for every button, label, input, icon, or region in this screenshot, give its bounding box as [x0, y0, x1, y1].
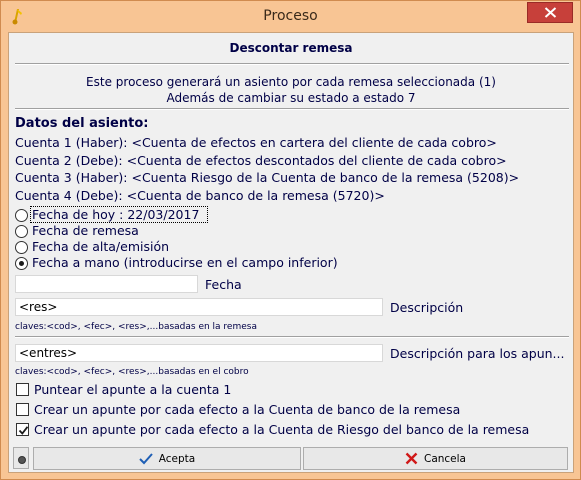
- radio-label: Fecha de remesa: [32, 223, 139, 238]
- fecha-label: Fecha: [205, 277, 242, 292]
- descripcion-hint: claves:<cod>, <fec>, <res>,...basadas en…: [15, 322, 257, 332]
- checkbox[interactable]: [16, 403, 29, 416]
- account-line-2: Cuenta 2 (Debe): <Cuenta de efectos desc…: [15, 153, 507, 168]
- checkbox[interactable]: [16, 383, 29, 396]
- cancel-x-icon: [405, 452, 418, 465]
- radio-button[interactable]: [15, 225, 28, 238]
- accept-button[interactable]: Acepta: [33, 447, 301, 470]
- cancel-label: Cancela: [423, 452, 466, 465]
- radio-button[interactable]: [15, 241, 28, 254]
- checkmark-icon: [139, 452, 153, 464]
- descripcion-apuntes-input[interactable]: [15, 344, 383, 362]
- dialog-body: Descontar remesa Este proceso generará u…: [8, 32, 574, 473]
- radio-button-selected[interactable]: [15, 257, 28, 270]
- checkmark-icon: [18, 426, 29, 435]
- account-line-4: Cuenta 4 (Debe): <Cuenta de banco de la …: [15, 188, 385, 203]
- intro-line-1: Este proceso generará un asiento por cad…: [86, 75, 496, 89]
- checkbox-label: Puntear el apunte a la cuenta 1: [34, 382, 232, 397]
- radio-button[interactable]: [15, 209, 28, 222]
- checkbox-label: Crear un apunte por cada efecto a la Cue…: [34, 422, 530, 437]
- radio-label: Fecha a mano (introducirse en el campo i…: [32, 255, 338, 270]
- divider: [15, 336, 569, 338]
- divider: [15, 108, 569, 110]
- title-bar[interactable]: Proceso: [1, 1, 580, 32]
- focus-rectangle: [30, 206, 208, 223]
- intro-line-2: Además de cambiar su estado a estado 7: [166, 91, 416, 105]
- account-line-1: Cuenta 1 (Haber): <Cuenta de efectos en …: [15, 135, 497, 150]
- accept-label: Acepta: [158, 452, 196, 465]
- descripcion-apuntes-hint: claves:<cod>, <fec>, <res>,...basadas en…: [15, 367, 249, 377]
- descripcion-label: Descripción: [390, 300, 464, 315]
- fecha-input[interactable]: [15, 275, 198, 293]
- divider: [15, 63, 569, 65]
- window-title: Proceso: [263, 8, 318, 24]
- descripcion-apuntes-label: Descripción para los apun...: [390, 346, 565, 361]
- radio-label: Fecha de alta/emisión: [32, 239, 170, 254]
- close-icon: [544, 7, 557, 18]
- checkbox-checked[interactable]: [16, 423, 29, 436]
- cancel-button[interactable]: Cancela: [303, 447, 568, 470]
- options-button[interactable]: [13, 447, 29, 469]
- checkbox-label: Crear un apunte por cada efecto a la Cue…: [34, 402, 461, 417]
- descripcion-input[interactable]: [15, 298, 383, 316]
- section-title: Datos del asiento:: [15, 116, 149, 131]
- account-line-3: Cuenta 3 (Haber): <Cuenta Riesgo de la C…: [15, 170, 520, 185]
- close-button[interactable]: [527, 2, 573, 23]
- dialog-heading: Descontar remesa: [229, 41, 353, 55]
- process-window: Proceso Descontar remesa Este proceso ge…: [0, 0, 581, 480]
